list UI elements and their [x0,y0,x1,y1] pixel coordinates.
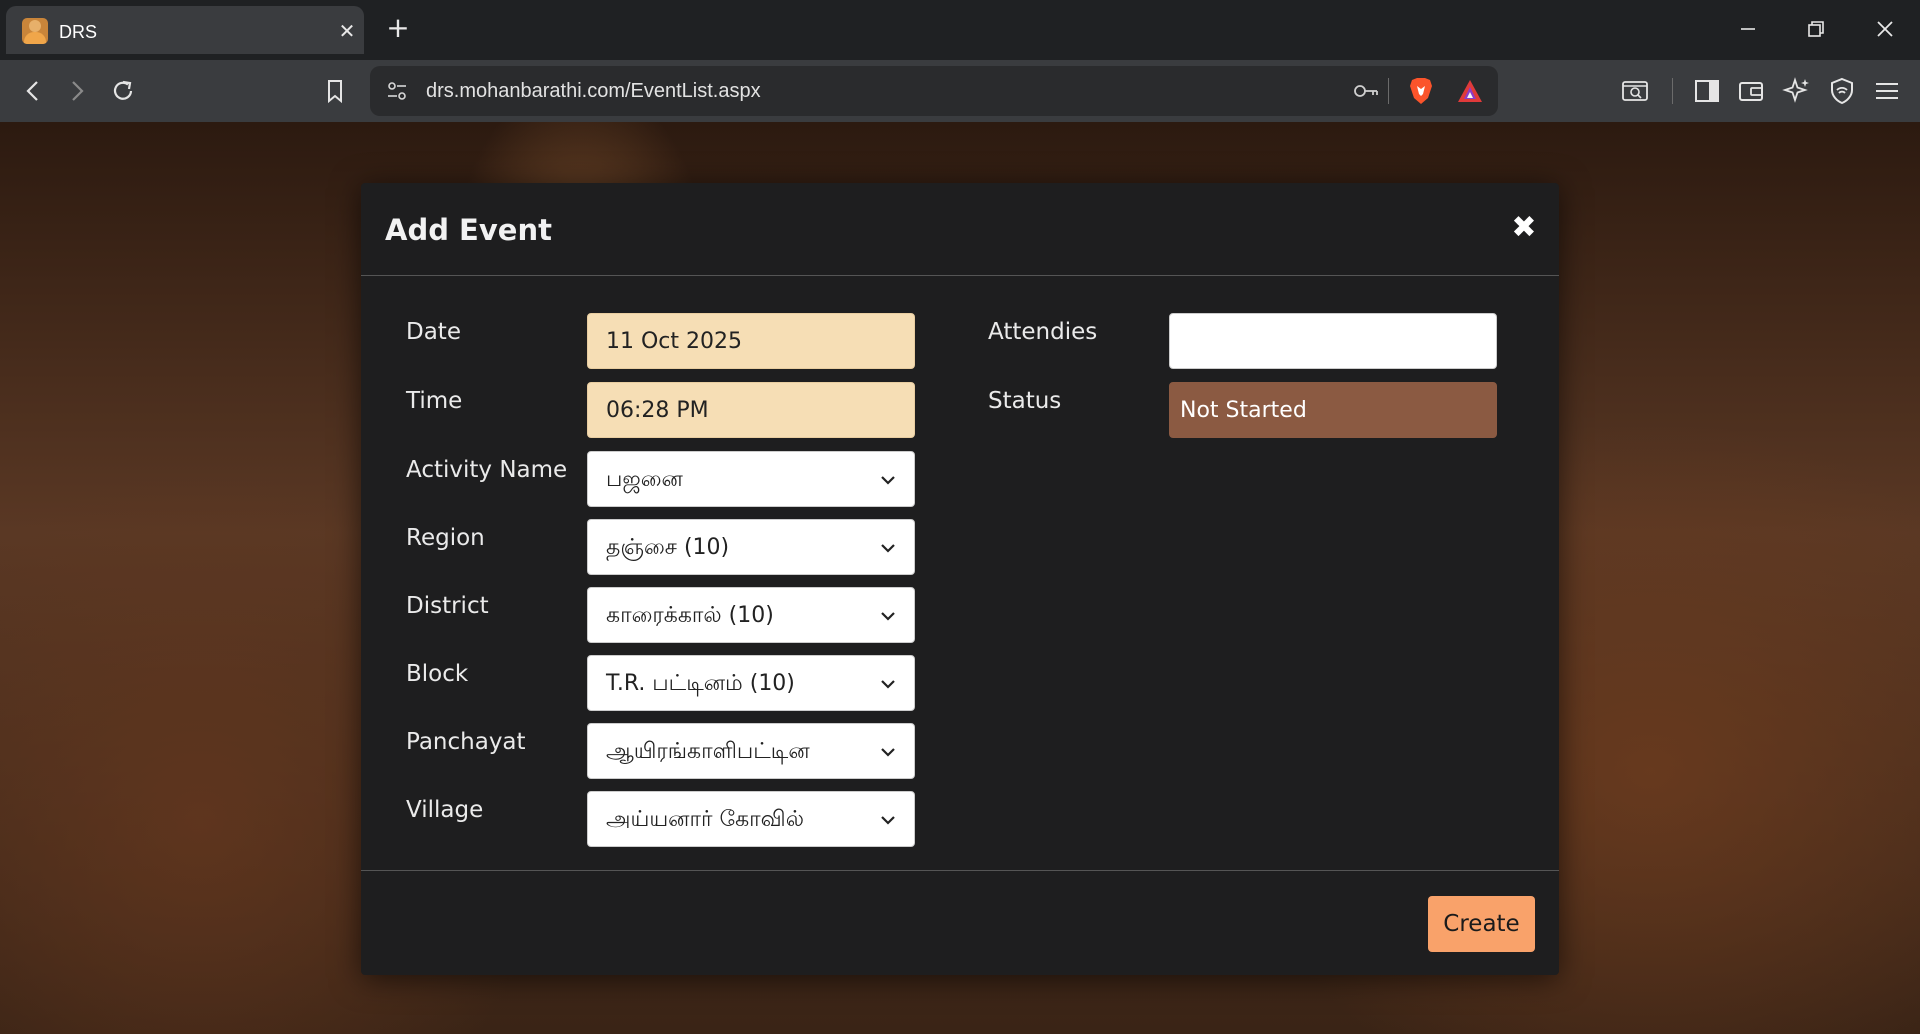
tab-close-icon[interactable]: ✕ [336,20,358,42]
back-icon[interactable] [18,76,48,106]
chevron-down-icon [881,612,895,621]
minimize-window-icon[interactable] [1733,14,1763,44]
region-value: தஞ்சை (10) [606,535,730,560]
modal-header: Add Event ✖ [361,183,1559,276]
address-bar[interactable]: drs.mohanbarathi.com/EventList.aspx [370,66,1498,116]
browser-toolbar: drs.mohanbarathi.com/EventList.aspx [0,60,1920,122]
attendies-label: Attendies [988,319,1098,345]
district-select[interactable]: காரைக்கால் (10) [587,587,915,643]
district-value: காரைக்கால் (10) [606,603,774,628]
site-settings-icon[interactable] [384,78,410,104]
brave-rewards-icon[interactable] [1456,78,1484,104]
browser-tab-strip: DRS ✕ + [0,0,1920,60]
region-label: Region [406,525,485,551]
village-value: அய்யனார் கோவில் [606,807,804,832]
modal-footer-divider [361,870,1559,871]
reload-icon[interactable] [108,76,138,106]
block-label: Block [406,661,469,687]
village-select[interactable]: அய்யனார் கோவில் [587,791,915,847]
omnibox-divider [1388,78,1389,104]
new-tab-button[interactable]: + [384,14,412,42]
leo-ai-icon[interactable] [1782,76,1812,106]
status-label: Status [988,388,1062,414]
block-select[interactable]: T.R. பட்டினம் (10) [587,655,915,711]
activity-name-label: Activity Name [406,457,568,483]
date-label: Date [406,319,461,345]
time-label: Time [406,388,463,414]
brave-shields-icon[interactable] [1408,76,1434,106]
modal-title: Add Event [385,213,552,247]
browser-tab[interactable]: DRS ✕ [6,6,364,54]
region-select[interactable]: தஞ்சை (10) [587,519,915,575]
close-icon[interactable]: ✖ [1509,213,1539,243]
wallet-icon[interactable] [1736,76,1766,106]
toolbar-divider [1672,78,1673,104]
panchayat-label: Panchayat [406,729,526,755]
village-label: Village [406,797,484,823]
create-button[interactable]: Create [1428,896,1535,952]
block-value: T.R. பட்டினம் (10) [606,671,795,696]
vpn-shield-icon[interactable] [1827,76,1857,106]
screenshot-search-icon[interactable] [1620,76,1650,106]
chevron-down-icon [881,476,895,485]
panchayat-value: ஆயிரங்காளிபட்டின [606,739,810,764]
activity-name-select[interactable]: பஜனை [587,451,915,507]
chevron-down-icon [881,544,895,553]
attendies-input[interactable] [1169,313,1497,369]
close-window-icon[interactable] [1870,14,1900,44]
panchayat-select[interactable]: ஆயிரங்காளிபட்டின [587,723,915,779]
password-key-icon[interactable] [1352,80,1380,102]
restore-window-icon[interactable] [1801,14,1831,44]
menu-icon[interactable] [1872,76,1902,106]
time-field[interactable]: 06:28 PM [587,382,915,438]
activity-name-value: பஜனை [606,467,683,492]
date-field[interactable]: 11 Oct 2025 [587,313,915,369]
sidebar-icon[interactable] [1692,76,1722,106]
status-field[interactable]: Not Started [1169,382,1497,438]
tab-title: DRS [59,22,98,42]
forward-icon[interactable] [62,76,92,106]
url-text[interactable]: drs.mohanbarathi.com/EventList.aspx [426,80,761,103]
site-favicon-icon [22,18,48,44]
chevron-down-icon [881,680,895,689]
bookmark-icon[interactable] [320,76,350,106]
chevron-down-icon [881,748,895,757]
district-label: District [406,593,489,619]
add-event-modal: Add Event ✖ Date 11 Oct 2025 Time 06:28 … [361,183,1559,975]
chevron-down-icon [881,816,895,825]
